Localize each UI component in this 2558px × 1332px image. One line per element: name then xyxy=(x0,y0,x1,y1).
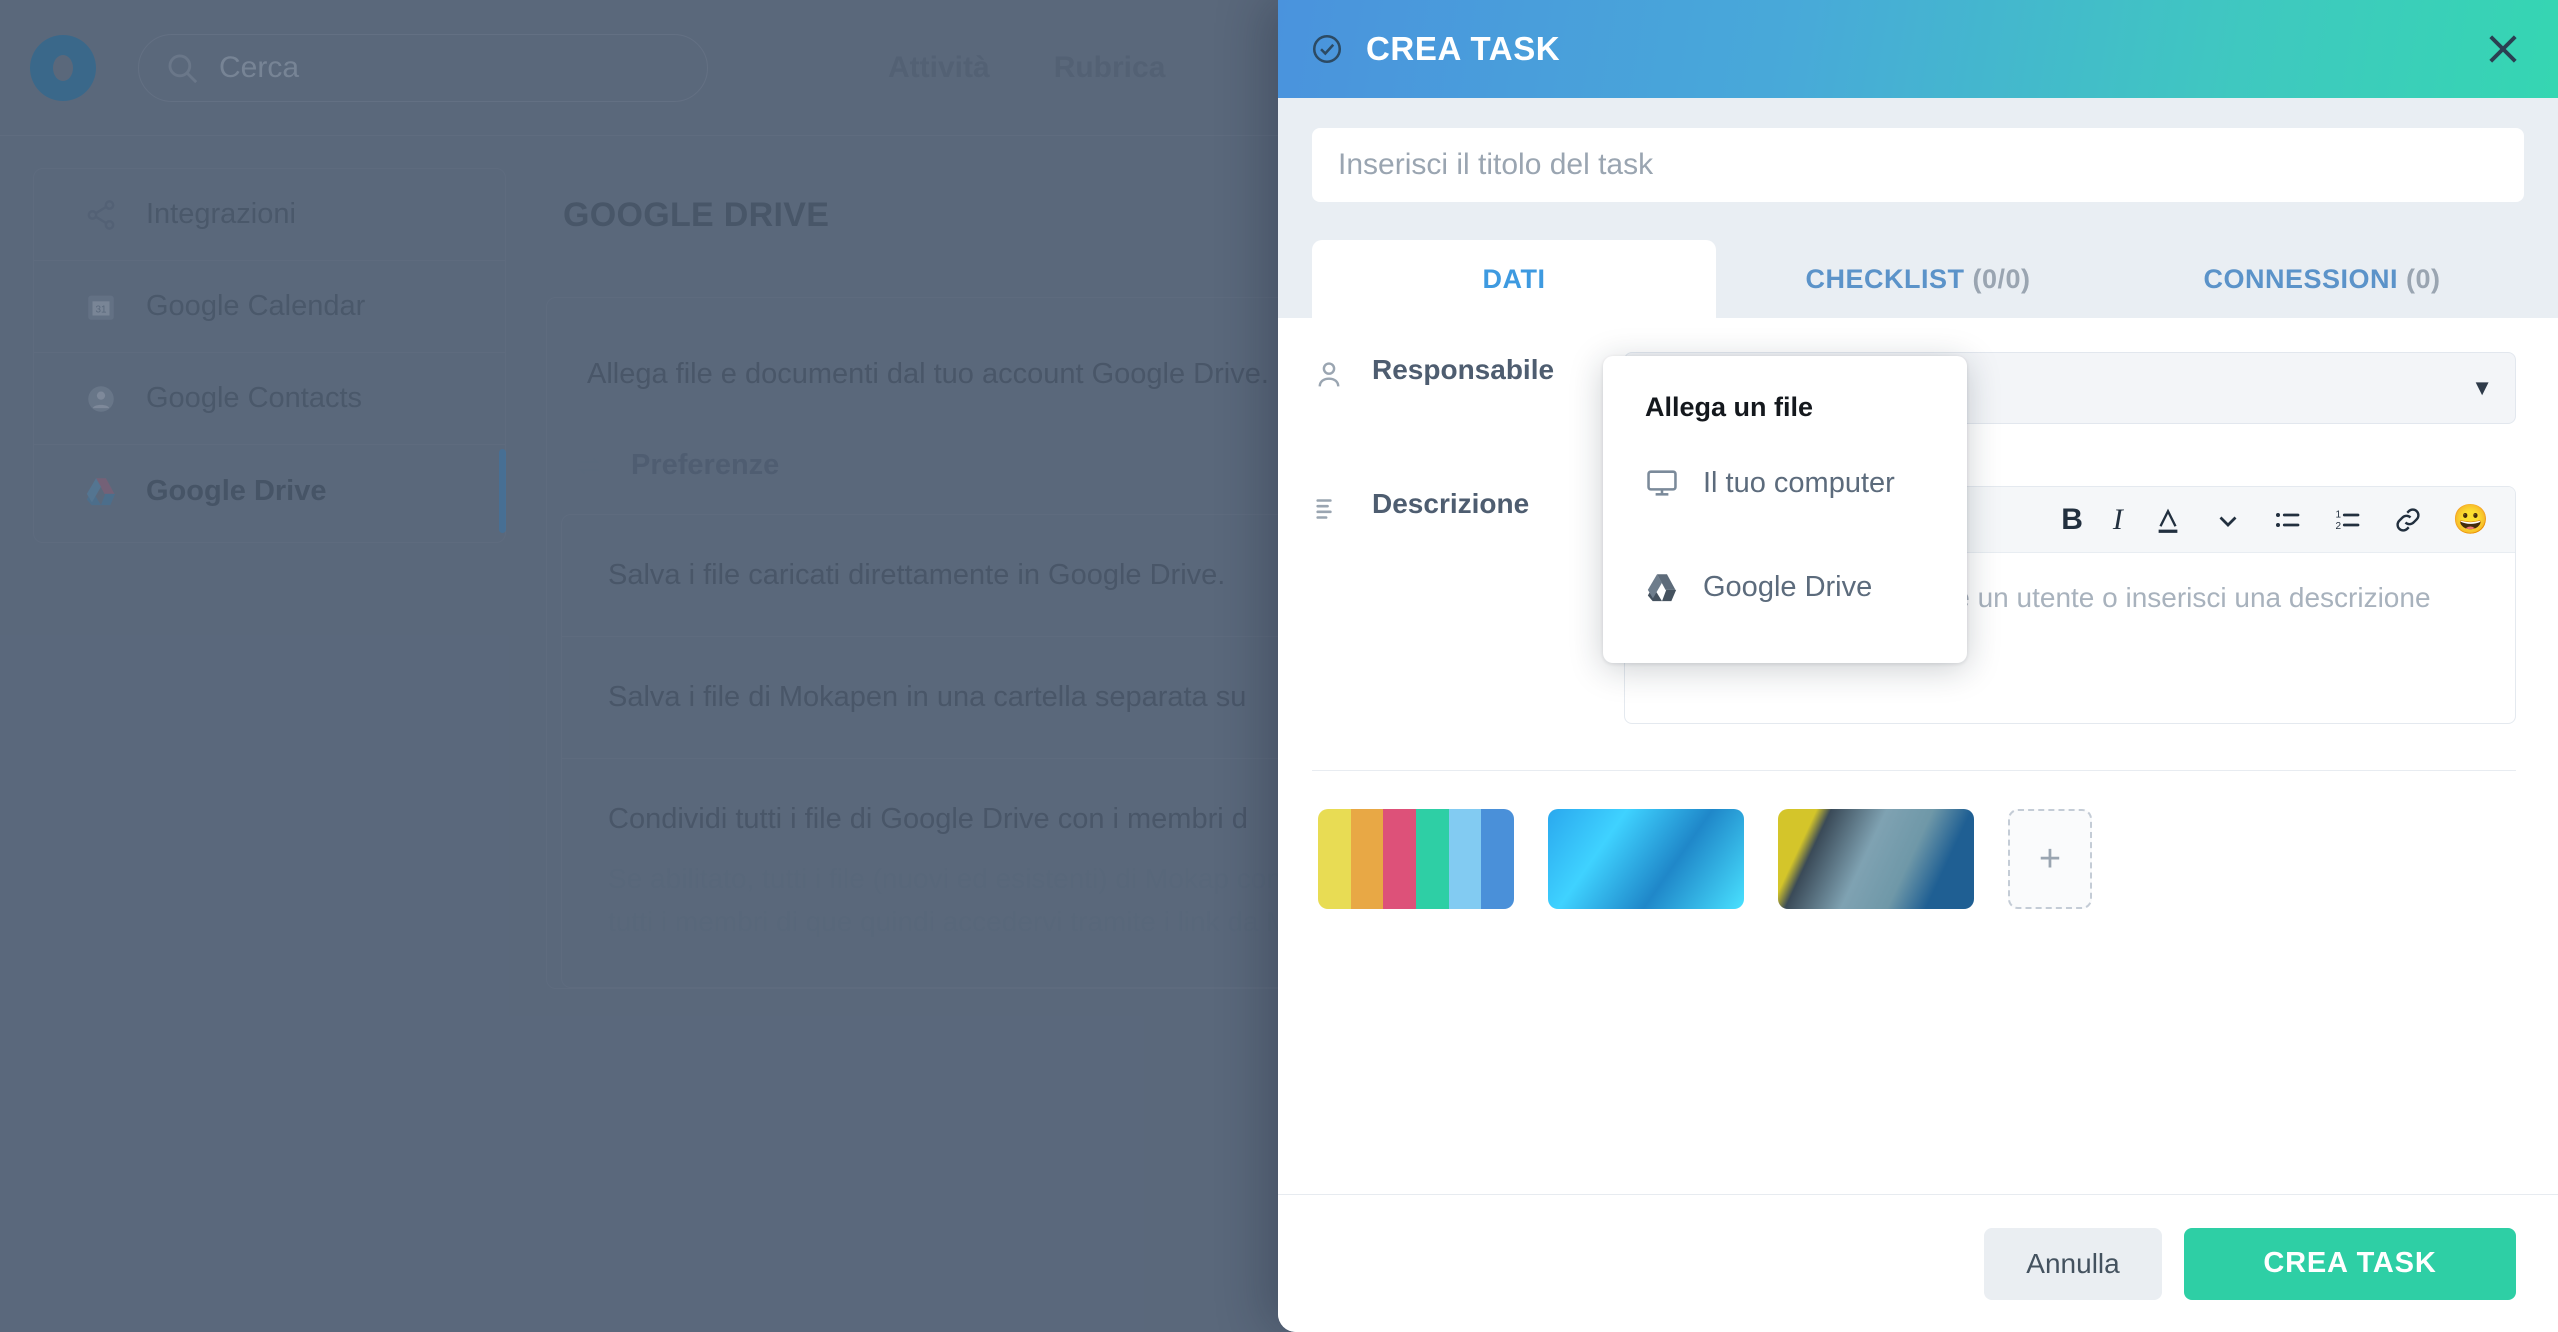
text-color-icon[interactable] xyxy=(2153,505,2183,535)
tab-checklist[interactable]: CHECKLIST (0/0) xyxy=(1716,240,2120,318)
chevron-down-icon[interactable] xyxy=(2213,505,2243,535)
modal-tabs: DATI CHECKLIST (0/0) CONNESSIONI (0) xyxy=(1312,240,2524,318)
emoji-icon[interactable]: 😀 xyxy=(2453,503,2489,537)
italic-icon[interactable]: I xyxy=(2113,503,2123,537)
svg-text:2: 2 xyxy=(2335,520,2341,531)
attach-file-popup: Allega un file Il tuo computer Google Dr… xyxy=(1603,356,1967,663)
attachment-thumbnail-2[interactable] xyxy=(1548,809,1744,909)
attachments-list: + xyxy=(1312,771,2516,909)
close-icon[interactable] xyxy=(2482,28,2524,70)
task-title-input[interactable] xyxy=(1312,128,2524,202)
create-task-button[interactable]: CREA TASK xyxy=(2184,1227,2516,1300)
tab-count: (0) xyxy=(2406,263,2441,294)
add-attachment-button[interactable]: + xyxy=(2008,809,2092,909)
tab-label: CHECKLIST xyxy=(1805,263,1965,294)
chevron-down-icon: ▼ xyxy=(2471,375,2493,400)
modal-footer: Annulla CREA TASK xyxy=(1278,1194,2558,1332)
modal-header: CREA TASK xyxy=(1278,0,2558,98)
monitor-icon xyxy=(1647,470,1677,496)
screen: Cerca Attività Rubrica Integrazioni 31 G… xyxy=(0,0,2558,1332)
plus-icon: + xyxy=(2038,837,2062,880)
assignee-label: Responsabile xyxy=(1372,354,1555,385)
attach-option-label: Google Drive xyxy=(1703,570,1873,603)
modal-top-zone: DATI CHECKLIST (0/0) CONNESSIONI (0) xyxy=(1278,98,2558,318)
link-icon[interactable] xyxy=(2393,505,2423,535)
numbered-list-icon[interactable]: 1 2 xyxy=(2333,505,2363,535)
description-label: Descrizione xyxy=(1372,488,1530,519)
modal-body: Responsabile o ▼ Descrizione xyxy=(1278,318,2558,1194)
tab-label: DATI xyxy=(1482,263,1546,294)
tab-connessioni[interactable]: CONNESSIONI (0) xyxy=(2120,240,2524,318)
bulleted-list-icon[interactable] xyxy=(2273,505,2303,535)
user-icon xyxy=(1318,362,1340,387)
attachment-thumbnail-3[interactable] xyxy=(1778,809,1974,909)
attach-option-label: Il tuo computer xyxy=(1703,466,1895,499)
attach-option-computer[interactable]: Il tuo computer xyxy=(1603,439,1967,527)
modal-title: CREA TASK xyxy=(1366,30,1561,67)
attach-popup-title: Allega un file xyxy=(1645,392,1814,422)
attachment-thumbnail-1[interactable] xyxy=(1318,809,1514,909)
create-task-modal: CREA TASK DATI CHECKLIST (0/0) CONNESSIO… xyxy=(1278,0,2558,1332)
description-lines-icon xyxy=(1316,499,1332,519)
check-circle-icon xyxy=(1312,34,1342,64)
tab-label: CONNESSIONI xyxy=(2203,263,2399,294)
tab-dati[interactable]: DATI xyxy=(1312,240,1716,318)
attach-option-google-drive[interactable]: Google Drive xyxy=(1603,543,1967,631)
cancel-button[interactable]: Annulla xyxy=(1984,1227,2162,1300)
google-drive-icon xyxy=(1647,574,1677,602)
bold-icon[interactable]: B xyxy=(2061,503,2083,537)
svg-text:1: 1 xyxy=(2335,509,2341,520)
tab-count: (0/0) xyxy=(1972,263,2031,294)
